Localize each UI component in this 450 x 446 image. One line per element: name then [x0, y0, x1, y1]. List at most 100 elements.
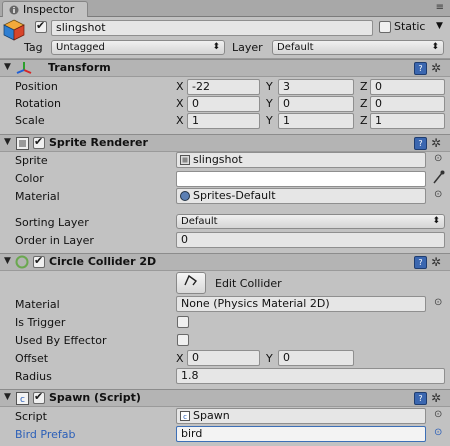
- object-picker-icon[interactable]: ⊙: [434, 297, 442, 308]
- position-y-input[interactable]: 3: [278, 79, 354, 95]
- scale-x-input[interactable]: 1: [187, 113, 260, 129]
- axis-x-label: X: [176, 114, 184, 127]
- gameobject-cube-icon: [3, 19, 25, 44]
- script-label: Script: [15, 410, 47, 423]
- sprite-label: Sprite: [15, 154, 48, 167]
- gear-icon[interactable]: ✲: [431, 61, 441, 75]
- offset-x-input[interactable]: 0: [187, 350, 260, 366]
- rotation-z-input[interactable]: 0: [370, 96, 445, 112]
- svg-text:c: c: [183, 413, 187, 421]
- scale-y-input[interactable]: 1: [278, 113, 354, 129]
- color-label: Color: [15, 172, 44, 185]
- help-icon[interactable]: ?: [414, 256, 427, 269]
- script-field[interactable]: c Spawn: [176, 408, 426, 424]
- gear-icon[interactable]: ✲: [431, 136, 441, 150]
- help-icon[interactable]: ?: [414, 62, 427, 75]
- foldout-arrow-icon[interactable]: ▼: [4, 137, 11, 147]
- layer-dropdown[interactable]: Default ⬍: [272, 40, 444, 55]
- rotation-x-input[interactable]: 0: [187, 96, 260, 112]
- sorting-layer-value: Default: [181, 216, 218, 227]
- position-label: Position: [15, 80, 58, 93]
- sprite-renderer-header[interactable]: ▼ Sprite Renderer ? ✲: [0, 134, 450, 152]
- script-value: Spawn: [193, 409, 230, 422]
- svg-text:c: c: [20, 395, 25, 405]
- tag-dropdown[interactable]: Untagged ⬍: [51, 40, 225, 55]
- order-in-layer-label: Order in Layer: [15, 234, 94, 247]
- foldout-arrow-icon[interactable]: ▼: [4, 256, 11, 266]
- help-icon[interactable]: ?: [414, 137, 427, 150]
- color-swatch[interactable]: [176, 171, 426, 187]
- axis-z-label: Z: [360, 114, 368, 127]
- sprite-renderer-enabled-checkbox[interactable]: [33, 135, 45, 149]
- bird-prefab-field[interactable]: bird: [176, 426, 426, 442]
- chevron-down-icon: ⬍: [212, 42, 220, 52]
- object-picker-icon[interactable]: ⊙: [434, 153, 442, 164]
- object-picker-icon[interactable]: ⊙: [434, 427, 442, 438]
- sprite-renderer-title: Sprite Renderer: [49, 136, 148, 149]
- static-dropdown-arrow-icon[interactable]: ▼: [436, 21, 443, 31]
- scale-z-input[interactable]: 1: [370, 113, 445, 129]
- material-label: Material: [15, 190, 60, 203]
- tag-label: Tag: [24, 41, 43, 54]
- gear-icon[interactable]: ✲: [431, 391, 441, 405]
- chevron-down-icon: ⬍: [431, 42, 439, 52]
- spawn-script-header[interactable]: ▼ c Spawn (Script) ? ✲: [0, 389, 450, 407]
- order-in-layer-input[interactable]: 0: [176, 232, 445, 248]
- position-z-input[interactable]: 0: [370, 79, 445, 95]
- foldout-arrow-icon[interactable]: ▼: [4, 62, 11, 72]
- sprite-field[interactable]: slingshot: [176, 152, 426, 168]
- axis-x-label: X: [176, 352, 184, 365]
- spawn-enabled-checkbox[interactable]: [33, 390, 45, 404]
- object-picker-icon[interactable]: ⊙: [434, 409, 442, 420]
- sprite-value: slingshot: [193, 153, 243, 166]
- static-checkbox[interactable]: [379, 21, 391, 33]
- offset-label: Offset: [15, 352, 49, 365]
- material-sphere-icon: [180, 191, 190, 203]
- chevron-down-icon: ⬍: [432, 216, 440, 226]
- circle-collider-icon: [15, 255, 29, 272]
- active-checkbox[interactable]: [35, 19, 47, 33]
- gear-icon[interactable]: ✲: [431, 255, 441, 269]
- info-icon: [9, 5, 19, 15]
- axis-x-label: X: [176, 80, 184, 93]
- radius-input[interactable]: 1.8: [176, 368, 445, 384]
- menu-lines-icon[interactable]: ≡: [436, 2, 444, 13]
- tab-bar: Inspector ≡: [0, 0, 450, 17]
- tag-value: Untagged: [56, 42, 105, 53]
- axis-x-label: X: [176, 97, 184, 110]
- bird-prefab-label: Bird Prefab: [15, 428, 76, 441]
- axis-y-label: Y: [266, 97, 273, 110]
- sorting-layer-dropdown[interactable]: Default ⬍: [176, 214, 445, 229]
- object-picker-icon[interactable]: ⊙: [434, 189, 442, 200]
- axis-y-label: Y: [266, 352, 273, 365]
- circle-collider-header[interactable]: ▼ Circle Collider 2D ? ✲: [0, 253, 450, 271]
- layer-value: Default: [277, 42, 314, 53]
- physics-material-field[interactable]: None (Physics Material 2D): [176, 296, 426, 312]
- foldout-arrow-icon[interactable]: ▼: [4, 392, 11, 402]
- transform-header[interactable]: ▼ Transform ? ✲: [0, 59, 450, 77]
- position-x-input[interactable]: -22: [187, 79, 260, 95]
- offset-y-input[interactable]: 0: [278, 350, 354, 366]
- used-by-effector-checkbox[interactable]: [177, 334, 189, 346]
- is-trigger-checkbox[interactable]: [177, 316, 189, 328]
- sprite-renderer-icon: [16, 137, 29, 153]
- axis-z-label: Z: [360, 80, 368, 93]
- rotation-y-input[interactable]: 0: [278, 96, 354, 112]
- gameobject-header: slingshot Static ▼ Tag Untagged ⬍ Layer …: [0, 17, 450, 59]
- is-trigger-label: Is Trigger: [15, 316, 66, 329]
- collider-material-label: Material: [15, 298, 60, 311]
- eyedropper-icon[interactable]: [432, 170, 445, 188]
- radius-label: Radius: [15, 370, 52, 383]
- material-value: Sprites-Default: [193, 189, 276, 202]
- edit-collider-button[interactable]: [176, 272, 206, 294]
- edit-collider-label: Edit Collider: [215, 277, 282, 290]
- axis-y-label: Y: [266, 80, 273, 93]
- circle-collider-title: Circle Collider 2D: [49, 255, 157, 268]
- sprite-asset-icon: [180, 155, 190, 167]
- transform-title: Transform: [48, 61, 111, 74]
- circle-collider-enabled-checkbox[interactable]: [33, 254, 45, 268]
- tab-inspector[interactable]: Inspector: [2, 1, 88, 17]
- material-field[interactable]: Sprites-Default: [176, 188, 426, 204]
- gameobject-name-input[interactable]: slingshot: [51, 20, 373, 36]
- help-icon[interactable]: ?: [414, 392, 427, 405]
